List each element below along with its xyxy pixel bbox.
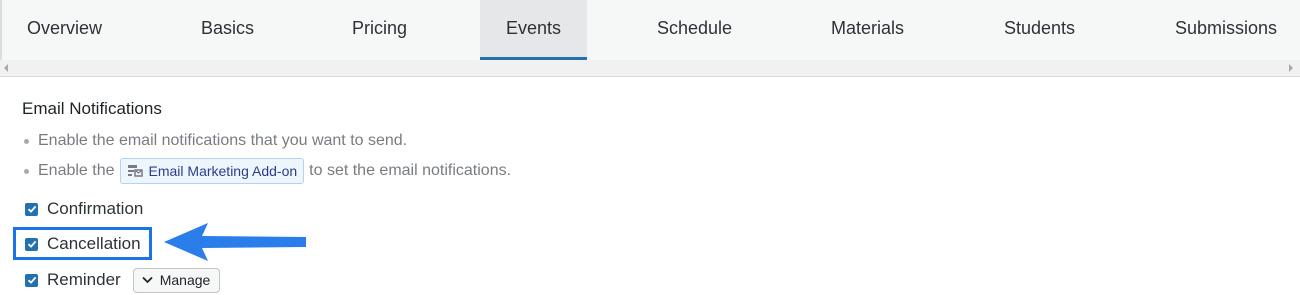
help-bullet-1: Enable the email notifications that you … [24, 132, 407, 150]
manage-button[interactable]: Manage [132, 267, 221, 293]
chevron-down-icon [142, 276, 153, 284]
tab-schedule[interactable]: Schedule [632, 0, 757, 60]
checkmark-icon [27, 276, 36, 284]
pointer-arrow [164, 223, 306, 261]
tab-basics[interactable]: Basics [165, 0, 290, 60]
notification-cancellation[interactable]: Cancellation [25, 234, 141, 254]
tab-overview[interactable]: Overview [2, 0, 127, 60]
tab-bar: Overview Basics Pricing Events Schedule … [0, 0, 1300, 60]
scroll-left-icon[interactable] [4, 64, 8, 72]
notification-reminder[interactable]: Reminder Manage [25, 266, 221, 294]
tab-pricing[interactable]: Pricing [317, 0, 442, 60]
addon-link-label: Email Marketing Add-on [148, 163, 298, 179]
cancellation-checkbox[interactable] [25, 237, 38, 251]
tab-students[interactable]: Students [977, 0, 1102, 60]
checkmark-icon [27, 240, 36, 248]
horizontal-scrollbar[interactable] [0, 60, 1300, 77]
help-text-1: Enable the email notifications that you … [38, 132, 408, 149]
tab-submissions[interactable]: Submissions [1165, 0, 1287, 60]
help-bullet-2: Enable the Email Marketing Add-on to set… [24, 158, 511, 184]
cancellation-label: Cancellation [47, 234, 141, 253]
manage-button-label: Manage [159, 272, 211, 288]
section-title: Email Notifications [22, 99, 162, 118]
scroll-right-icon[interactable] [1289, 64, 1293, 72]
email-addon-icon [127, 165, 143, 177]
confirmation-checkbox[interactable] [25, 202, 38, 216]
confirmation-label: Confirmation [47, 199, 144, 218]
help-text-2-prefix: Enable the [38, 162, 115, 179]
help-text-2-suffix: to set the email notifications. [309, 162, 512, 179]
checkmark-icon [27, 205, 36, 213]
email-marketing-addon-link[interactable]: Email Marketing Add-on [119, 158, 305, 184]
bullet-dot [24, 138, 29, 144]
tab-materials[interactable]: Materials [805, 0, 930, 60]
bullet-dot [24, 168, 29, 174]
reminder-label: Reminder [47, 270, 121, 289]
tab-events[interactable]: Events [480, 0, 587, 60]
reminder-checkbox[interactable] [25, 273, 38, 287]
notification-confirmation[interactable]: Confirmation [25, 199, 143, 219]
